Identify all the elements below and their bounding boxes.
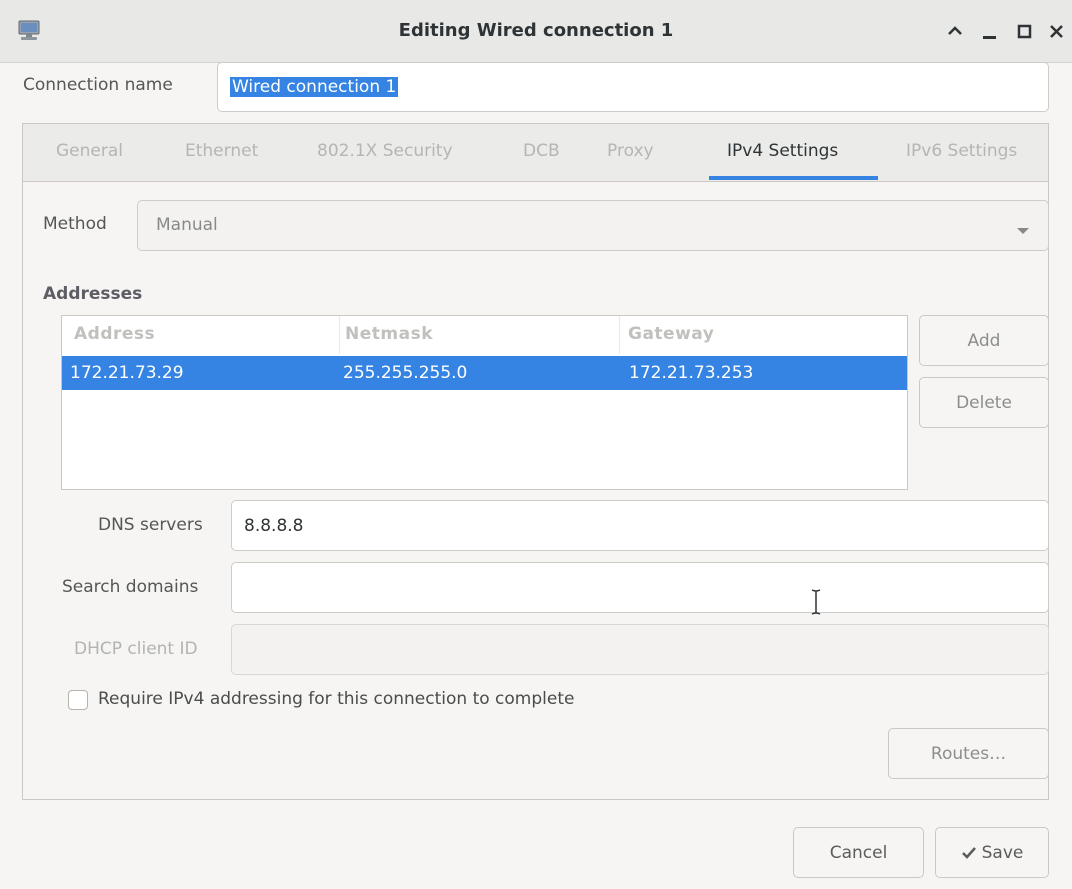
title-bar: Editing Wired connection 1	[0, 0, 1072, 63]
save-button[interactable]: Save	[935, 827, 1049, 878]
close-icon[interactable]	[1045, 18, 1069, 44]
maximize-icon[interactable]	[1013, 18, 1037, 44]
text-cursor-icon	[810, 588, 822, 620]
dns-servers-value: 8.8.8.8	[244, 515, 304, 536]
require-ipv4-label[interactable]: Require IPv4 addressing for this connect…	[98, 689, 574, 709]
minimize-icon[interactable]	[978, 18, 1002, 44]
window-title: Editing Wired connection 1	[398, 20, 674, 41]
table-header: Address Netmask Gateway	[62, 316, 907, 354]
search-domains-input[interactable]	[231, 562, 1049, 613]
search-domains-label: Search domains	[62, 577, 199, 597]
addresses-table: Address Netmask Gateway 172.21.73.29 255…	[61, 315, 908, 490]
dhcp-client-id-label: DHCP client ID	[74, 639, 198, 659]
table-row[interactable]: 172.21.73.29 255.255.255.0 172.21.73.253	[62, 356, 907, 390]
tab-general[interactable]: General	[56, 141, 123, 161]
dhcp-client-id-input[interactable]	[231, 624, 1049, 675]
tab-bar: General Ethernet 802.1X Security DCB Pro…	[23, 124, 1048, 182]
tab-proxy[interactable]: Proxy	[607, 141, 654, 161]
tab-dcb[interactable]: DCB	[523, 141, 560, 161]
method-value: Manual	[156, 215, 218, 235]
checkmark-icon	[961, 846, 977, 860]
tab-8021x-security[interactable]: 802.1X Security	[317, 141, 453, 161]
routes-button[interactable]: Routes…	[888, 728, 1049, 779]
delete-address-button[interactable]: Delete	[919, 377, 1049, 428]
column-separator	[339, 316, 340, 354]
dns-servers-input[interactable]: 8.8.8.8	[231, 500, 1049, 551]
cell-netmask[interactable]: 255.255.255.0	[343, 363, 467, 383]
dns-servers-label: DNS servers	[98, 515, 203, 535]
column-netmask[interactable]: Netmask	[345, 324, 433, 344]
connection-name-label: Connection name	[23, 75, 173, 95]
connection-name-value: Wired connection 1	[230, 77, 399, 97]
active-tab-indicator	[709, 176, 878, 180]
cell-gateway[interactable]: 172.21.73.253	[629, 363, 753, 383]
cancel-button[interactable]: Cancel	[793, 827, 924, 878]
tab-ipv4-settings[interactable]: IPv4 Settings	[727, 141, 838, 161]
addresses-title: Addresses	[43, 284, 143, 304]
method-label: Method	[43, 214, 107, 234]
connection-name-input[interactable]: Wired connection 1	[217, 62, 1049, 112]
require-ipv4-checkbox[interactable]	[68, 690, 88, 710]
column-separator	[619, 316, 620, 354]
cell-address[interactable]: 172.21.73.29	[70, 363, 184, 383]
dropdown-arrow-icon	[1016, 221, 1030, 240]
column-address[interactable]: Address	[74, 324, 155, 344]
save-label: Save	[981, 842, 1024, 863]
column-gateway[interactable]: Gateway	[628, 324, 714, 344]
method-dropdown[interactable]: Manual	[137, 200, 1049, 251]
chevron-up-icon[interactable]	[943, 18, 967, 44]
tab-ipv6-settings[interactable]: IPv6 Settings	[906, 141, 1017, 161]
tab-ethernet[interactable]: Ethernet	[185, 141, 258, 161]
add-address-button[interactable]: Add	[919, 315, 1049, 366]
